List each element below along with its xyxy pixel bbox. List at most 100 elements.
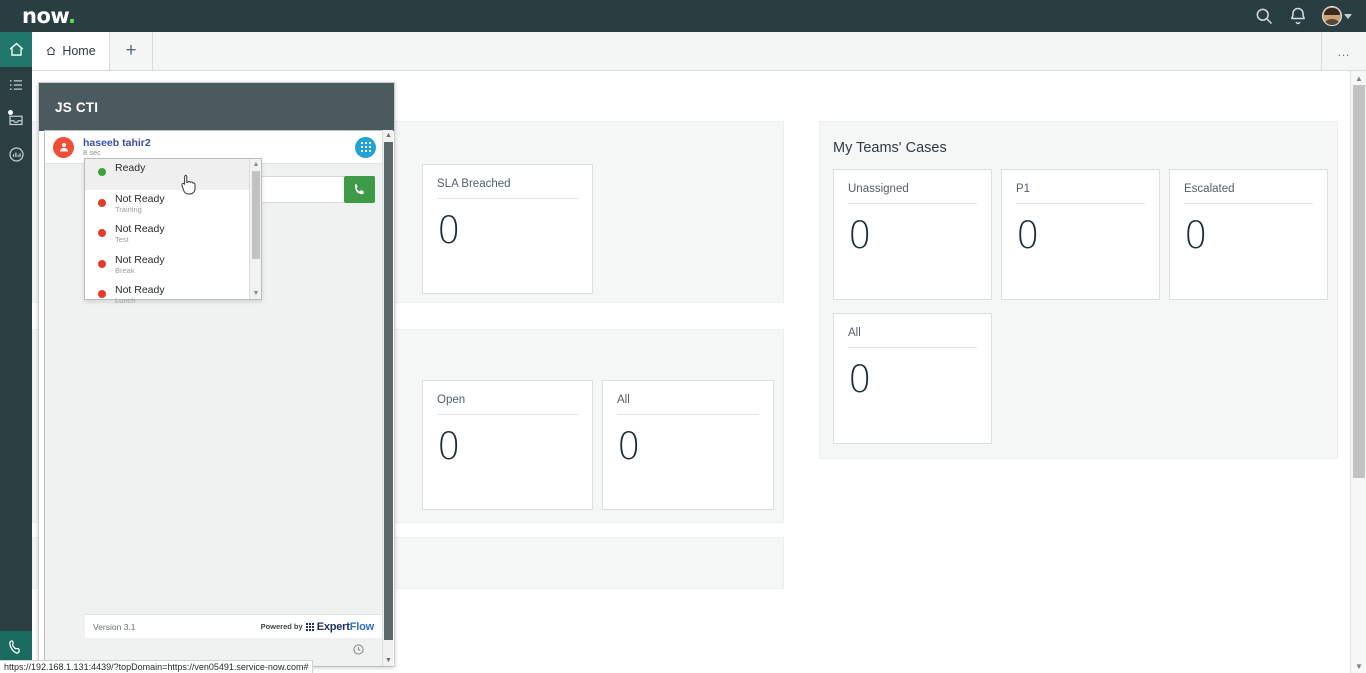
tab-strip-filler [153,32,1321,70]
status-option-label: Not Ready [115,284,249,297]
status-option-reason: Test [115,236,249,244]
kpi-card-value: 0 [1184,217,1208,254]
kpi-card-value: 0 [848,361,872,398]
dropdown-scrollbar[interactable]: ▲ ▼ [249,159,261,299]
status-option-not-ready-test[interactable]: Not Ready Test [85,220,249,251]
page-scrollbar[interactable]: ▲ ▼ [1350,71,1366,673]
cti-content-frame: haseeb tahir2 8 sec [44,130,392,667]
topbar-actions [1254,6,1366,26]
rail-phone-button[interactable] [0,631,32,663]
cti-version-label: Version 3.1 [93,622,136,632]
kpi-card-value: 0 [437,428,461,465]
servicenow-logo[interactable]: now. [22,6,75,27]
kpi-card-label: Open [437,394,578,415]
status-bullet-icon [98,168,106,176]
sidebar-item-all[interactable] [0,67,32,102]
scroll-down-arrow-icon[interactable]: ▼ [383,655,394,666]
logo-text: now [22,4,68,28]
call-button[interactable] [344,176,375,203]
status-option-reason: Lunch [115,297,249,305]
status-option-not-ready-training[interactable]: Not Ready Training [85,190,249,221]
sidebar-item-inbox[interactable] [0,102,32,137]
scroll-down-arrow-icon[interactable]: ▼ [250,288,262,299]
vendor-name: ExpertFlow [317,621,374,633]
home-icon [45,45,57,57]
status-option-not-ready-lunch[interactable]: Not Ready Lunch [85,281,249,312]
left-navigation-rail [0,32,32,673]
kpi-card-label: Escalated [1184,183,1313,204]
dialpad-icon[interactable] [355,137,376,158]
status-option-not-ready-break[interactable]: Not Ready Break [85,251,249,282]
avatar [1322,6,1342,26]
kpi-card-unassigned[interactable]: Unassigned 0 [833,169,992,300]
scroll-up-arrow-icon[interactable]: ▲ [250,159,262,170]
kpi-card-label: All [617,394,759,415]
dropdown-scrollbar-thumb[interactable] [252,171,260,259]
scroll-up-arrow-icon[interactable]: ▲ [383,130,394,141]
kpi-card-sla-breached[interactable]: SLA Breached 0 [422,164,593,294]
powered-by-label: Powered by [261,622,303,631]
kpi-card-label: P1 [1016,183,1145,204]
kpi-card-teams-all[interactable]: All 0 [833,313,992,444]
bell-icon[interactable] [1288,6,1308,26]
kpi-card-p1[interactable]: P1 0 [1001,169,1160,300]
clock-icon[interactable] [352,643,365,661]
cti-panel-title: JS CTI [55,100,98,115]
kpi-card-escalated[interactable]: Escalated 0 [1169,169,1328,300]
tab-strip: Home + … [32,32,1366,71]
status-bullet-icon [98,290,106,298]
chevron-down-icon [1344,14,1352,19]
agent-name: haseeb tahir2 [83,137,151,149]
search-icon[interactable] [1254,6,1274,26]
top-navigation-bar: now. [0,0,1366,32]
cti-scrollbar-thumb[interactable] [384,142,393,640]
status-option-label: Not Ready [115,254,249,267]
inbox-badge-dot [8,110,13,115]
vendor-name-part2: Flow [350,621,374,633]
phone-icon [352,182,367,197]
kpi-card-value: 0 [1016,217,1040,254]
kpi-card-value: 0 [617,428,641,465]
sidebar-item-analytics[interactable] [0,137,32,172]
cti-softphone-panel: JS CTI haseeb tahir2 8 sec [38,82,395,667]
kpi-card-all[interactable]: All 0 [602,380,774,510]
agent-info: haseeb tahir2 8 sec [83,137,151,158]
kpi-card-label: Unassigned [848,183,977,204]
my-teams-cases-title: My Teams' Cases [833,140,947,156]
analytics-icon [7,145,26,164]
status-option-reason: Training [115,206,249,214]
home-icon [7,40,26,59]
status-bullet-icon [98,260,106,268]
kpi-card-value: 0 [848,217,872,254]
my-teams-cases-panel: My Teams' Cases Unassigned 0 P1 0 Escala… [819,121,1338,459]
list-icon [7,76,25,94]
cti-panel-header: JS CTI [39,83,394,131]
tab-home-label: Home [62,44,95,58]
agent-status-dropdown[interactable]: Ready Not Ready Training Not Ready Test … [84,158,262,300]
agent-avatar-icon [53,137,74,158]
new-tab-button[interactable]: + [110,32,153,70]
kpi-card-open[interactable]: Open 0 [422,380,593,510]
scroll-down-arrow-icon[interactable]: ▼ [1351,659,1366,673]
sidebar-item-home[interactable] [0,32,32,67]
tab-home[interactable]: Home [32,32,110,70]
vendor-name-part1: Expert [317,621,350,633]
kpi-card-label: All [848,327,977,348]
status-option-label: Not Ready [115,223,249,236]
cti-vendor-branding: Powered by ExpertFlow [261,621,374,633]
tab-overflow-menu-button[interactable]: … [1321,32,1366,70]
agent-state-timer: 8 sec [83,149,151,158]
status-bullet-icon [98,229,106,237]
status-option-reason: Break [115,267,249,275]
kpi-card-value: 0 [437,212,461,249]
cti-panel-scrollbar[interactable]: ▲ ▼ [382,130,393,666]
page-scrollbar-thumb[interactable] [1353,85,1365,478]
status-option-ready[interactable]: Ready [85,159,249,190]
phone-icon [7,638,25,656]
agent-status-option-list: Ready Not Ready Training Not Ready Test … [85,159,249,299]
profile-menu[interactable] [1322,6,1352,26]
kpi-card-label: SLA Breached [437,178,578,199]
browser-status-url: https://192.168.1.131:4439/?topDomain=ht… [0,660,313,673]
mouse-cursor-pointer [180,174,198,196]
scroll-up-arrow-icon[interactable]: ▲ [1351,71,1366,85]
